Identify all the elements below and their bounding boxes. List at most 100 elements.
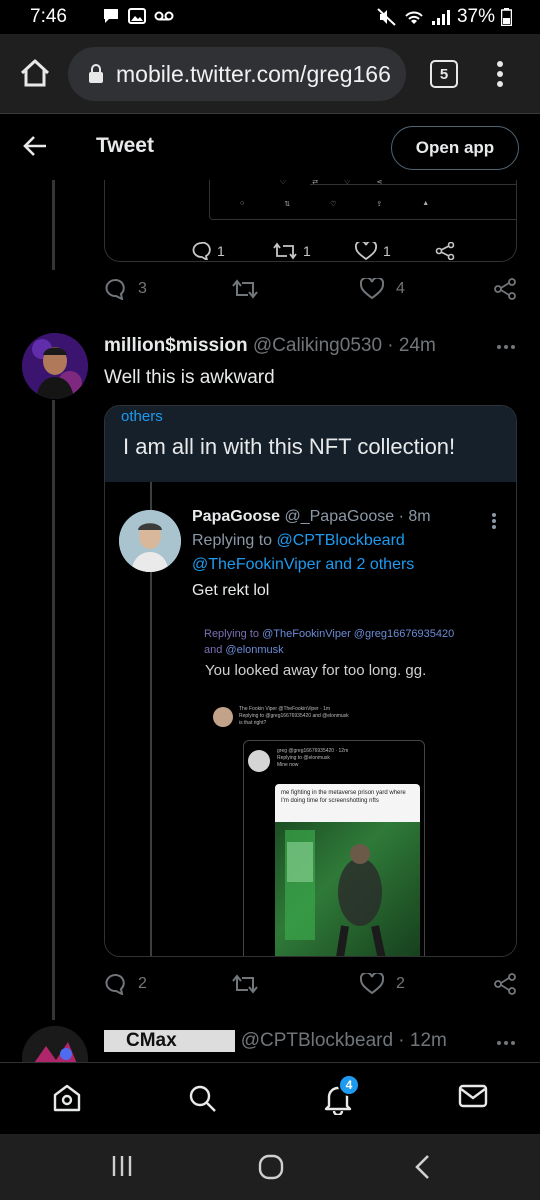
tweet-actions: 3 4 [104, 278, 518, 308]
screenshot-author: PapaGoose @_PapaGoose · 8m [192, 508, 431, 526]
quoted-text: I am all in with this NFT collection! [123, 434, 456, 459]
system-navigation-bar [0, 1134, 540, 1200]
screenshot-author-name: PapaGoose [192, 508, 281, 525]
reply-icon [105, 973, 125, 995]
reply-icon [192, 242, 211, 260]
reply-action[interactable]: 2 [104, 973, 147, 995]
recent-apps-icon [112, 1156, 132, 1176]
more-vertical-icon [497, 61, 503, 87]
heart-icon [360, 278, 384, 300]
status-notification-icons [102, 8, 174, 24]
screenshot-author-handle: @_PapaGoose · 8m [284, 508, 431, 525]
page-title: Tweet [96, 134, 154, 157]
meme-caption: me fighting in the metaverse prison yard… [275, 784, 420, 822]
status-right-icons: 37% [377, 6, 512, 28]
image-notification-icon [128, 8, 146, 24]
nested-tweet-lines: The Fookin Viper @TheFookinViper · 1m Re… [239, 706, 349, 726]
bottom-tab-bar [0, 1062, 540, 1134]
system-back-button[interactable] [414, 1154, 432, 1185]
notification-badge: 4 [338, 1074, 360, 1096]
tab-switcher-button[interactable]: 5 [430, 60, 458, 88]
home-circle-icon [258, 1154, 284, 1180]
more-horizontal-icon [497, 345, 515, 349]
quote-reply-count: 1 [217, 243, 225, 259]
quoted-tweet-card[interactable]: others I am all in with this NFT collect… [104, 405, 517, 957]
lock-icon [89, 64, 103, 83]
home-icon [53, 1084, 81, 1112]
status-bar: 7:46 37% [0, 0, 540, 34]
quote-retweet-count: 1 [303, 243, 311, 259]
avatar-image [22, 333, 88, 399]
retweet-icon [232, 279, 258, 299]
share-icon [494, 278, 516, 300]
retweet-icon [273, 242, 297, 260]
tweet-text: Well this is awkward [104, 367, 275, 388]
search-icon [189, 1085, 216, 1112]
signal-icon [431, 10, 450, 25]
quoted-context[interactable]: others [121, 408, 163, 425]
share-icon [435, 242, 455, 260]
back-arrow-icon [23, 136, 46, 156]
nested-quote-avatar [248, 750, 270, 772]
screenshot-replying-line-2: @TheFookinViper and 2 others [192, 556, 415, 573]
system-home-button[interactable] [258, 1154, 284, 1185]
quote-retweet-action[interactable]: 1 [273, 242, 311, 260]
tweet-more-button[interactable] [496, 338, 516, 356]
wifi-icon [405, 11, 423, 24]
quoted-screenshot-image: PapaGoose @_PapaGoose · 8m Replying to @… [105, 482, 516, 956]
tweet-actions: 2 2 [104, 973, 518, 1003]
reply-count: 2 [138, 975, 147, 992]
like-action[interactable]: 2 [360, 973, 405, 995]
chevron-left-icon [415, 1155, 429, 1179]
redaction-block [178, 1030, 235, 1052]
author-name[interactable]: CMax [124, 1030, 179, 1052]
thread-connector-line [52, 400, 55, 1020]
tweet-header: million$mission @Caliking0530 · 24m [104, 335, 436, 357]
quote-like-count: 1 [383, 243, 391, 259]
redaction-block [104, 1030, 124, 1052]
browser-home-button[interactable] [18, 56, 52, 90]
nested-avatar [213, 707, 233, 727]
quote-like-action[interactable]: 1 [355, 242, 391, 260]
like-action[interactable]: 4 [360, 278, 405, 300]
mini-actions-lower: ○ ⇅ ♡ ⇪ ▲ [240, 200, 430, 208]
back-button[interactable] [22, 134, 48, 163]
tab-home[interactable] [52, 1083, 82, 1118]
nested-text: You looked away for too long. gg. [205, 662, 427, 679]
recent-apps-button[interactable] [110, 1154, 134, 1183]
home-icon [20, 59, 50, 87]
battery-icon [501, 8, 512, 26]
open-app-button[interactable]: Open app [391, 126, 519, 170]
battery-percent: 37% [456, 6, 495, 27]
tab-explore[interactable] [187, 1083, 217, 1118]
screenshot-more-icon [491, 512, 497, 535]
retweet-icon [232, 974, 258, 994]
like-count: 4 [396, 280, 405, 297]
retweet-action[interactable] [232, 278, 258, 300]
quote-reply-action[interactable]: 1 [191, 242, 225, 260]
screenshot-text: Get rekt lol [192, 582, 270, 599]
address-bar-url: mobile.twitter.com/greg166 [116, 60, 391, 87]
screenshot-replying-line: Replying to @CPTBlockbeard [192, 532, 405, 549]
author-name[interactable]: million$mission [104, 335, 248, 356]
tweet-more-button[interactable] [496, 1034, 516, 1052]
reply-count: 3 [138, 280, 147, 297]
address-bar[interactable]: mobile.twitter.com/greg166 [68, 47, 406, 101]
tab-messages[interactable] [458, 1083, 488, 1114]
quoted-tweet-remnant[interactable]: ♡ ⇄ ♡ ⋖ ○ ⇅ ♡ ⇪ ▲ 1 1 1 [104, 168, 517, 262]
browser-toolbar: mobile.twitter.com/greg166 5 [0, 34, 540, 114]
avatar[interactable] [22, 333, 88, 399]
voicemail-icon [154, 11, 174, 21]
more-horizontal-icon [497, 1041, 515, 1045]
nested-replying-line: Replying to @TheFookinViper @greg1667693… [204, 628, 455, 656]
browser-menu-button[interactable] [490, 58, 510, 90]
reply-action[interactable]: 3 [104, 278, 147, 300]
screenshot-avatar [119, 510, 181, 572]
chat-notification-icon [104, 9, 118, 23]
share-icon [494, 973, 516, 995]
tweet-header: CMax @CPTBlockbeard · 12m [104, 1030, 447, 1052]
retweet-action[interactable] [232, 973, 258, 995]
share-action[interactable] [494, 278, 516, 300]
share-action[interactable] [494, 973, 516, 995]
quote-share-action[interactable] [435, 242, 455, 260]
